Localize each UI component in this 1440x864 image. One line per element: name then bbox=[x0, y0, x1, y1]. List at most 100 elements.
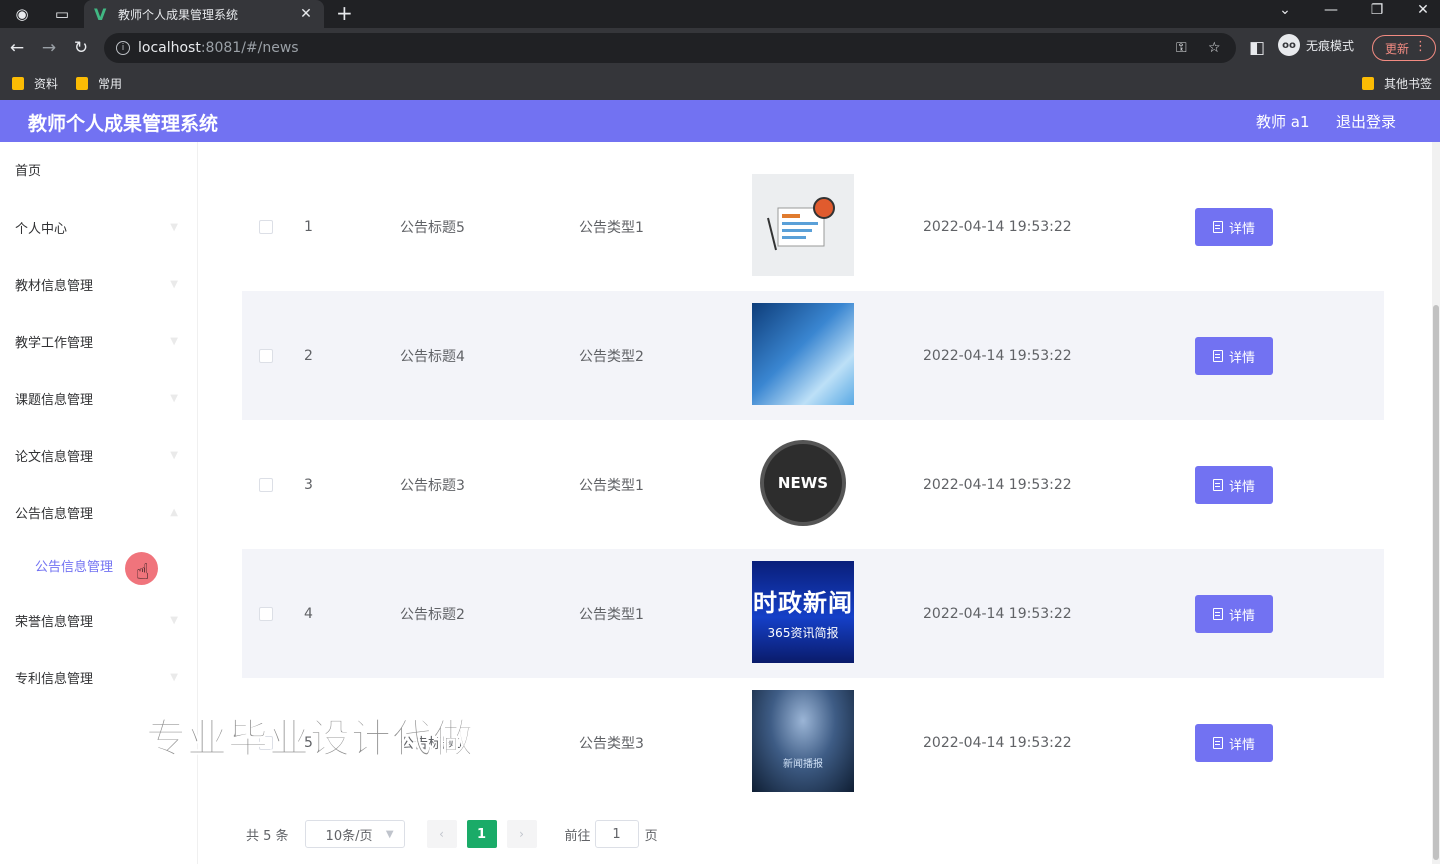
news-globe-text: NEWS bbox=[777, 474, 829, 492]
update-button[interactable]: 更新 ⋮ bbox=[1372, 35, 1436, 61]
back-icon[interactable]: ← bbox=[6, 37, 28, 59]
sidebar-subitem-notices[interactable]: 公告信息管理 bbox=[0, 545, 198, 585]
document-icon bbox=[1212, 479, 1223, 491]
bookmark-folder-ziliao[interactable]: 资料 bbox=[12, 75, 58, 92]
sidebar-item-textbooks[interactable]: 教材信息管理 ▼ bbox=[0, 264, 198, 304]
sidebar-item-label: 个人中心 bbox=[15, 221, 68, 237]
row-type: 公告类型1 bbox=[579, 606, 644, 623]
bookmark-star-icon[interactable]: ☆ bbox=[1208, 40, 1221, 56]
more-menu-icon[interactable]: ⋮ bbox=[1414, 39, 1427, 54]
new-tab-icon[interactable]: + bbox=[336, 1, 353, 25]
other-bookmarks[interactable]: 其他书签 bbox=[1362, 75, 1432, 92]
browser-tab[interactable]: V 教师个人成果管理系统 ✕ bbox=[84, 0, 324, 28]
row-checkbox[interactable] bbox=[259, 607, 273, 621]
detail-button[interactable]: 详情 bbox=[1195, 337, 1273, 375]
table-row: 1 公告标题5 公告类型1 2022-04-14 19:53:22 详情 bbox=[242, 162, 1384, 291]
bookmark-label: 常用 bbox=[98, 77, 123, 91]
other-bookmarks-label: 其他书签 bbox=[1384, 77, 1433, 91]
chevron-down-icon: ▼ bbox=[170, 449, 178, 461]
incognito-label: 无痕模式 bbox=[1306, 38, 1355, 53]
sidebar-item-profile[interactable]: 个人中心 ▼ bbox=[0, 207, 198, 247]
url-path: :8081/#/news bbox=[200, 40, 299, 56]
row-checkbox[interactable] bbox=[259, 478, 273, 492]
sidebar-item-teaching[interactable]: 教学工作管理 ▼ bbox=[0, 321, 198, 361]
thumb-subline: 365资讯简报 bbox=[767, 626, 839, 640]
pagination: 共 5 条 10条/页 ▼ ‹ 1 › 前往 1 页 bbox=[246, 820, 658, 848]
close-window-icon[interactable]: ✕ bbox=[1411, 2, 1435, 18]
key-icon[interactable]: ⚿ bbox=[1176, 40, 1187, 56]
sidebar-item-patents[interactable]: 专利信息管理 ▼ bbox=[0, 657, 198, 697]
watermark-text: 专业毕业设计代做 bbox=[146, 716, 474, 763]
thumb-headline: 时政新闻 bbox=[753, 589, 853, 617]
hand-cursor-icon: ☝ bbox=[136, 560, 150, 585]
app-title: 教师个人成果管理系统 bbox=[28, 113, 219, 135]
detail-button[interactable]: 详情 bbox=[1195, 724, 1273, 762]
row-time: 2022-04-14 19:53:22 bbox=[923, 734, 1072, 751]
update-label: 更新 bbox=[1385, 41, 1410, 56]
scrollbar-thumb[interactable] bbox=[1433, 305, 1439, 860]
app-header: 教师个人成果管理系统 教师 a1 退出登录 bbox=[0, 100, 1440, 142]
sidebar-item-label: 公告信息管理 bbox=[35, 559, 114, 575]
sidebar-item-label: 课题信息管理 bbox=[15, 392, 94, 408]
tab-close-icon[interactable]: ✕ bbox=[298, 6, 314, 22]
sidebar-item-honors[interactable]: 荣誉信息管理 ▼ bbox=[0, 600, 198, 640]
sidebar-item-label: 荣誉信息管理 bbox=[15, 614, 94, 630]
chevron-down-icon: ▼ bbox=[170, 392, 178, 404]
page-number-current[interactable]: 1 bbox=[466, 820, 497, 848]
page-size-select[interactable]: 10条/页 ▼ bbox=[304, 820, 405, 848]
document-icon bbox=[1212, 737, 1223, 749]
row-checkbox[interactable] bbox=[259, 220, 273, 234]
detail-button[interactable]: 详情 bbox=[1195, 595, 1273, 633]
sidebar-item-notices[interactable]: 公告信息管理 ▲ bbox=[0, 492, 198, 532]
detail-button[interactable]: 详情 bbox=[1195, 466, 1273, 504]
row-checkbox[interactable] bbox=[259, 349, 273, 363]
detail-label: 详情 bbox=[1228, 350, 1255, 366]
address-bar[interactable]: i localhost:8081/#/news ⚿ ☆ bbox=[104, 33, 1236, 63]
restore-icon[interactable]: ❐ bbox=[1365, 2, 1389, 18]
tab-list-chevron-icon[interactable]: ⌄ bbox=[1273, 2, 1297, 18]
row-type: 公告类型2 bbox=[579, 348, 644, 365]
document-icon bbox=[1212, 608, 1223, 620]
news-paper-image bbox=[767, 197, 835, 251]
next-page-button[interactable]: › bbox=[506, 820, 537, 848]
sidebar-item-projects[interactable]: 课题信息管理 ▼ bbox=[0, 378, 198, 418]
bookmark-folder-changyong[interactable]: 常用 bbox=[76, 75, 122, 92]
goto-prefix: 前往 bbox=[564, 828, 591, 844]
goto-page-input[interactable]: 1 bbox=[594, 820, 639, 848]
row-image bbox=[752, 174, 854, 276]
news-globe-image: NEWS bbox=[760, 440, 846, 526]
goto-suffix: 页 bbox=[644, 828, 658, 844]
bookmark-label: 资料 bbox=[34, 77, 59, 91]
chevron-down-icon: ▼ bbox=[170, 335, 178, 347]
detail-button[interactable]: 详情 bbox=[1195, 208, 1273, 246]
row-title: 公告标题4 bbox=[400, 348, 465, 365]
detail-label: 详情 bbox=[1228, 608, 1255, 624]
chevron-down-icon: ▼ bbox=[385, 828, 394, 840]
row-index: 3 bbox=[304, 476, 313, 493]
total-count: 共 5 条 bbox=[246, 828, 289, 844]
side-panel-icon[interactable]: ◧ bbox=[1246, 37, 1268, 59]
logout-link[interactable]: 退出登录 bbox=[1336, 111, 1396, 132]
sidebar-item-label: 论文信息管理 bbox=[15, 449, 94, 465]
sidebar-item-papers[interactable]: 论文信息管理 ▼ bbox=[0, 435, 198, 475]
chevron-down-icon: ▼ bbox=[170, 278, 178, 290]
prev-page-button[interactable]: ‹ bbox=[426, 820, 457, 848]
chevron-down-icon: ▼ bbox=[170, 614, 178, 626]
chevron-down-icon: ▼ bbox=[170, 671, 178, 683]
site-info-icon[interactable]: i bbox=[116, 41, 130, 55]
folder-icon bbox=[1362, 77, 1374, 90]
sidebar-item-label: 教材信息管理 bbox=[15, 278, 94, 294]
incognito-indicator[interactable]: oo 无痕模式 bbox=[1278, 34, 1354, 56]
tab-search-icon[interactable]: ▭ bbox=[52, 4, 72, 24]
thumb-caption: 新闻播报 bbox=[783, 759, 823, 770]
row-time: 2022-04-14 19:53:22 bbox=[923, 476, 1072, 493]
reload-icon[interactable]: ↻ bbox=[70, 37, 92, 59]
sidebar-item-home[interactable]: 首页 bbox=[0, 149, 198, 189]
row-type: 公告类型1 bbox=[579, 477, 644, 494]
sidebar-item-label: 专利信息管理 bbox=[15, 671, 94, 687]
table-row: 4 公告标题2 公告类型1 时政新闻 365资讯简报 2022-04-14 19… bbox=[242, 549, 1384, 678]
minimize-icon[interactable]: — bbox=[1319, 2, 1343, 18]
browser-menu-icon[interactable]: ◉ bbox=[12, 4, 32, 24]
row-image bbox=[752, 303, 854, 405]
forward-icon[interactable]: → bbox=[38, 37, 60, 59]
